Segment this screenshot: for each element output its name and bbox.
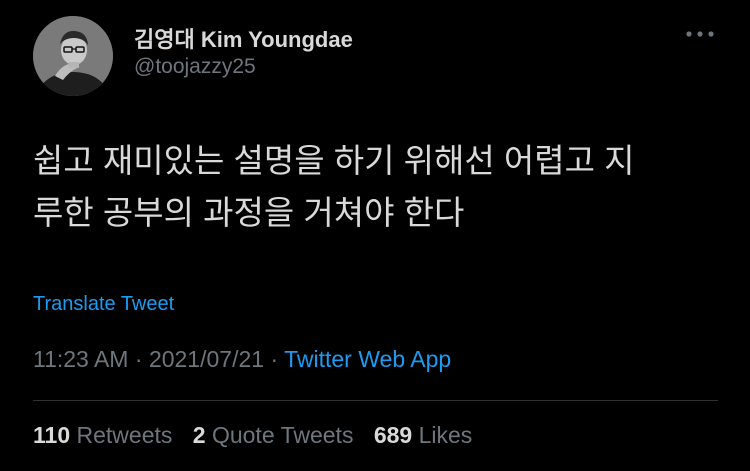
display-name[interactable]: 김영대 Kim Youngdae <box>134 22 353 54</box>
likes-stat[interactable]: 689 Likes <box>374 422 472 448</box>
retweets-count: 110 <box>33 422 71 448</box>
avatar[interactable] <box>33 16 113 96</box>
tweet-metadata: 11:23 AM · 2021/07/21 · Twitter Web App <box>33 346 451 373</box>
tweet-date[interactable]: 2021/07/21 <box>149 346 264 372</box>
retweets-stat[interactable]: 110 Retweets <box>33 422 172 448</box>
quote-tweets-label: Quote Tweets <box>211 422 354 448</box>
likes-label: Likes <box>418 422 473 448</box>
divider <box>33 400 718 401</box>
quote-tweets-count: 2 <box>192 422 206 448</box>
tweet-source-link[interactable]: Twitter Web App <box>284 346 451 372</box>
tweet-text: 쉽고 재미있는 설명을 하기 위해선 어렵고 지 루한 공부의 과정을 거쳐야 … <box>33 135 723 239</box>
more-horizontal-icon <box>686 31 714 37</box>
separator: · <box>270 346 279 372</box>
translate-tweet-link[interactable]: Translate Tweet <box>33 293 174 316</box>
likes-count: 689 <box>373 422 413 448</box>
quote-tweets-stat[interactable]: 2 Quote Tweets <box>193 422 354 448</box>
more-options-button[interactable] <box>680 22 720 46</box>
user-handle[interactable]: @toojazzy25 <box>134 55 256 79</box>
tweet-stats: 110 Retweets 2 Quote Tweets 689 Likes <box>33 422 486 449</box>
separator: · <box>134 346 143 372</box>
retweets-label: Retweets <box>76 422 173 448</box>
profile-photo <box>33 16 113 96</box>
tweet-time[interactable]: 11:23 AM <box>33 346 128 372</box>
tweet-text-line: 루한 공부의 과정을 거쳐야 한다 <box>33 194 465 231</box>
tweet-text-line: 쉽고 재미있는 설명을 하기 위해선 어렵고 지 <box>33 142 635 179</box>
